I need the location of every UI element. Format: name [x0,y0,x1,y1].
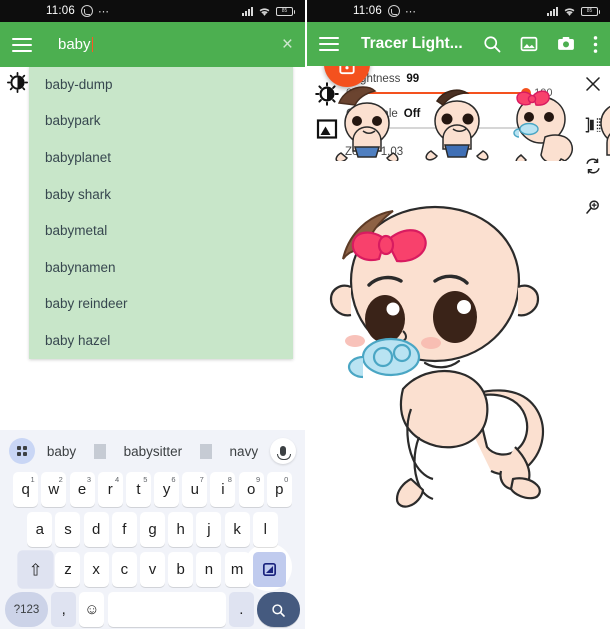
suggestion-item[interactable]: babyplanet [29,139,293,176]
on-screen-keyboard: baby babysitter navy q1 w2 e3 r4 t5 y6 u… [0,430,305,629]
status-time: 11:06 [46,5,75,17]
keyboard-row-1: q1 w2 e3 r4 t5 y6 u7 i8 o9 p0 [0,472,305,507]
search-icon[interactable] [482,34,502,54]
whatsapp-icon [80,5,93,17]
key-v[interactable]: v [140,552,165,587]
key-a[interactable]: a [27,512,53,547]
suggestion-item[interactable]: baby reindeer [29,286,293,323]
divider [199,443,212,459]
text-caret [91,37,94,52]
period-key[interactable]: . [228,592,254,627]
space-key[interactable] [107,592,226,627]
more-dots-icon: ⋯ [97,5,110,18]
suggestion-item[interactable]: baby shark [29,176,293,213]
search-key[interactable] [256,592,300,627]
brightness-icon [7,72,28,93]
key-r[interactable]: r4 [97,472,123,507]
main-baby-illustration [329,205,544,508]
key-w[interactable]: w2 [41,472,67,507]
key-n[interactable]: n [196,552,222,587]
wifi-icon [564,7,575,16]
keyboard-suggestion[interactable]: baby [41,444,82,459]
page-title: Tracer Light... [361,35,463,52]
status-right-icons: 85 [242,6,297,17]
search-app-bar: baby × [0,22,305,67]
key-h[interactable]: h [168,512,194,547]
left-phone-panel: 11:06 ⋯ 85 baby × baby-dump babypark bab… [0,0,305,629]
shift-key[interactable]: ⇧ [17,550,54,589]
search-input[interactable]: baby [58,36,94,53]
search-input-value: baby [58,36,91,53]
camera-icon[interactable] [556,34,576,54]
key-y[interactable]: y6 [154,472,180,507]
key-u[interactable]: u7 [182,472,208,507]
status-right-icons: 85 [547,6,602,17]
whatsapp-icon [387,5,400,17]
backspace-icon [262,562,276,577]
key-c[interactable]: c [111,552,137,587]
key-l[interactable]: l [252,512,278,547]
key-g[interactable]: g [140,512,165,547]
keyboard-row-2: a s d f g h j k l [0,512,305,547]
search-suggestions-dropdown: baby-dump babypark babyplanet baby shark… [29,66,293,359]
key-x[interactable]: x [83,552,109,587]
suggestion-item[interactable]: babypark [29,103,293,140]
screenshot-root: 11:06 ⋯ 85 baby × baby-dump babypark bab… [0,0,610,629]
app-bar-actions [482,34,598,54]
search-icon [272,603,286,617]
overflow-menu-icon[interactable] [593,35,598,54]
key-k[interactable]: k [224,512,250,547]
gallery-icon[interactable] [519,34,539,54]
suggestion-item[interactable]: babymetal [29,212,293,249]
key-t[interactable]: t5 [125,472,151,507]
numeric-key[interactable]: ?123 [5,592,49,627]
signal-icon [242,6,253,16]
signal-icon [547,6,558,16]
keyboard-suggestion[interactable]: navy [224,444,265,459]
key-i[interactable]: i8 [210,472,236,507]
key-e[interactable]: e3 [69,472,95,507]
keyboard-row-4: ?123 , ☺ . [0,592,305,627]
key-f[interactable]: f [111,512,137,547]
delete-key[interactable] [243,543,292,591]
key-s[interactable]: s [55,512,81,547]
battery-icon: 85 [581,6,600,16]
key-q[interactable]: q1 [13,472,39,507]
keyboard-toolbar-icon[interactable] [9,438,35,464]
tracer-app-bar: Tracer Light... [307,22,610,66]
clear-search-button[interactable]: × [282,35,293,54]
key-j[interactable]: j [196,512,222,547]
mic-icon[interactable] [270,438,296,464]
divider [93,443,106,459]
key-m[interactable]: m [224,552,250,587]
suggestion-item[interactable]: baby hazel [29,322,293,359]
key-b[interactable]: b [168,552,194,587]
more-dots-icon: ⋯ [404,5,417,18]
battery-icon: 85 [276,6,295,16]
keyboard-row-3: ⇧ z x c v b n m [0,543,305,591]
comma-key[interactable]: , [51,592,77,627]
wifi-icon [259,7,270,16]
menu-icon[interactable] [319,37,339,51]
emoji-key[interactable]: ☺ [79,592,105,627]
keyboard-suggestion-strip: baby babysitter navy [0,430,305,472]
status-bar-left: 11:06 ⋯ 85 [0,0,305,22]
status-time: 11:06 [353,5,382,17]
keyboard-suggestions: baby babysitter navy [35,443,270,459]
status-bar-right: 11:06 ⋯ 85 [307,0,610,22]
key-p[interactable]: p0 [266,472,292,507]
right-phone-panel: 11:06 ⋯ 85 Tracer Light... Brightness 99… [305,0,610,629]
keyboard-suggestion[interactable]: babysitter [118,444,189,459]
menu-icon[interactable] [12,37,32,52]
key-z[interactable]: z [55,552,81,587]
suggestion-item[interactable]: baby-dump [29,66,293,103]
key-d[interactable]: d [83,512,109,547]
key-o[interactable]: o9 [238,472,264,507]
suggestion-item[interactable]: babynamen [29,249,293,286]
